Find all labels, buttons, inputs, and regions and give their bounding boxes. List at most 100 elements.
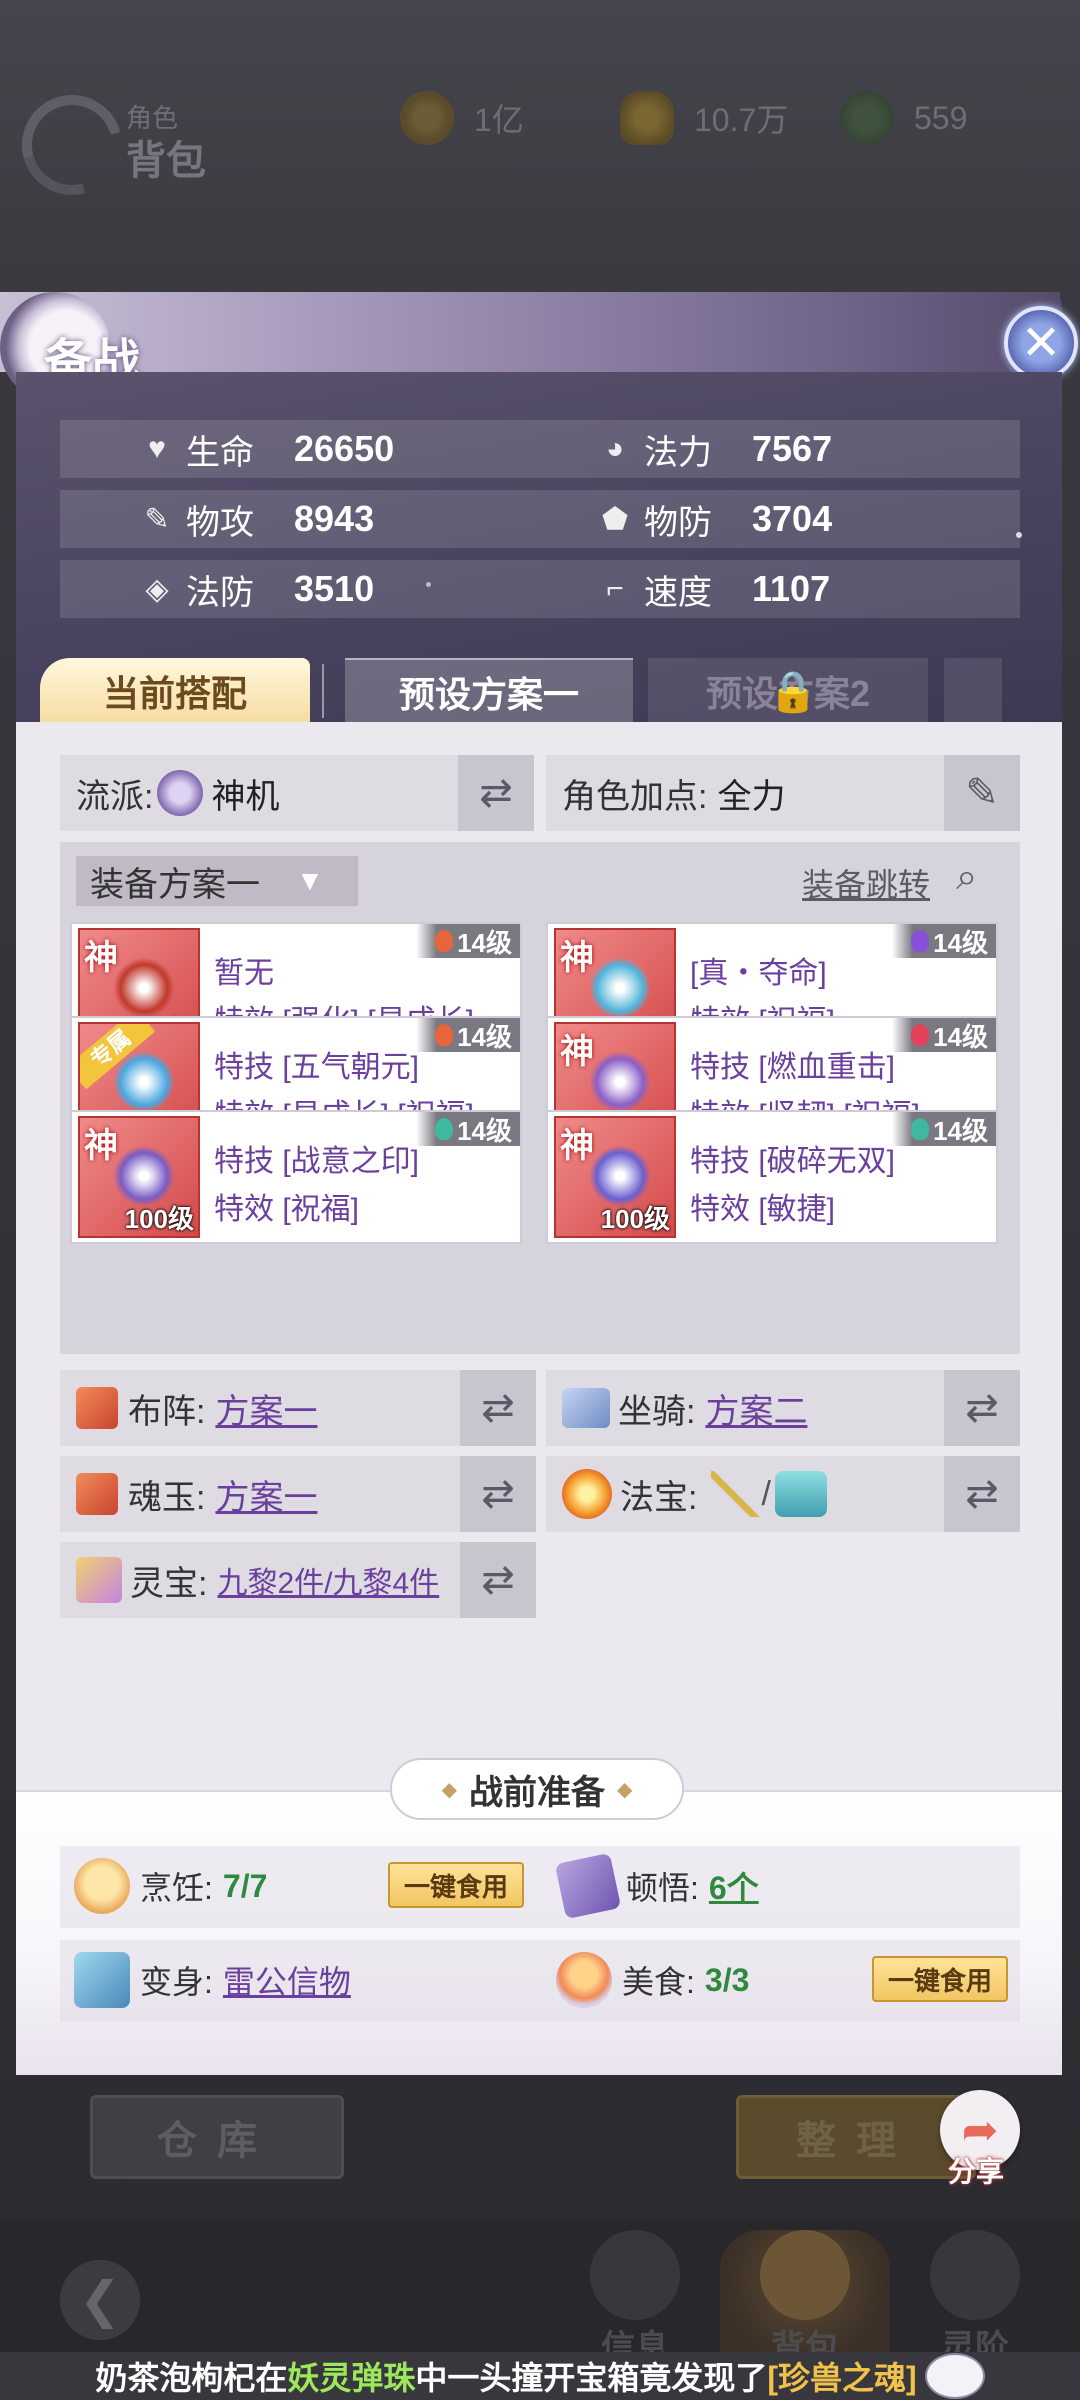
equip-card[interactable]: 神 100级 14级 特技 [战意之印] 特效 [祝福] bbox=[70, 1110, 522, 1244]
equip-block: 装备方案一 ▼ 装备跳转 ⌕ 神100级14级暂无特效 [强化] [易成长]神1… bbox=[60, 842, 1020, 1354]
gem-grade-icon bbox=[911, 1024, 930, 1046]
spirit-treasure-value[interactable]: 九黎2件/九黎4件 bbox=[217, 1558, 439, 1602]
brush-icon: ✎ bbox=[965, 771, 999, 815]
claw-icon: ✎ bbox=[144, 502, 170, 536]
transform-value[interactable]: 雷公信物 bbox=[223, 1957, 351, 2003]
tab-more[interactable] bbox=[944, 658, 1002, 724]
equip-plan-dropdown[interactable]: 装备方案一 ▼ bbox=[76, 856, 358, 906]
cooking-item: 烹饪: 7/7 bbox=[74, 1848, 267, 1924]
formation-value[interactable]: 方案一 bbox=[215, 1384, 317, 1433]
attr-points-value: 全力 bbox=[717, 777, 786, 816]
insight-value[interactable]: 6个 bbox=[709, 1863, 759, 1909]
stat-speed: ⌐ 速度 1107 bbox=[598, 560, 830, 618]
treasure-swap-button[interactable]: ⇄ bbox=[944, 1456, 1020, 1532]
grade-badge: 14级 bbox=[892, 924, 996, 958]
magic-shield-icon: ◈ bbox=[145, 572, 169, 606]
panel-title-bar bbox=[0, 292, 1060, 372]
soul-jade-value[interactable]: 方案一 bbox=[215, 1470, 317, 1519]
copper-coin-icon bbox=[400, 91, 454, 145]
equip-jump-link[interactable]: 装备跳转 bbox=[802, 860, 930, 906]
nav-bag[interactable]: 背包 bbox=[720, 2230, 890, 2367]
broadcast-ticker: 奶茶泡枸杞在 妖灵弹珠 中一头撞开宝箱竟发现了 [珍兽之魂] bbox=[0, 2352, 1080, 2400]
close-button[interactable]: ✕ bbox=[1004, 306, 1078, 380]
prep-area bbox=[16, 1790, 1062, 2075]
nav-info[interactable]: 信息 bbox=[550, 2230, 720, 2367]
stat-value: 3704 bbox=[752, 498, 833, 539]
fire-orb-icon bbox=[562, 1469, 612, 1519]
attr-points-edit-button[interactable]: ✎ bbox=[944, 755, 1020, 831]
swap-icon: ⇄ bbox=[481, 1558, 515, 1602]
treasure-label: 法宝: bbox=[620, 1478, 698, 1517]
ticker-text: 中一头撞开宝箱竟发现了 bbox=[415, 2360, 768, 2396]
equip-gem-icon bbox=[590, 958, 650, 1018]
equip-skill: 特技 [破碎无双] bbox=[690, 1145, 896, 1178]
mount-swap-button[interactable]: ⇄ bbox=[944, 1370, 1020, 1446]
stat-value: 1107 bbox=[752, 568, 831, 609]
divine-tag: 神 bbox=[560, 1033, 594, 1071]
shenji-faction-icon bbox=[157, 770, 204, 816]
food-eat-button[interactable]: 一键食用 bbox=[872, 1956, 1008, 2002]
insight-book-icon bbox=[554, 1852, 622, 1920]
chevron-down-icon: ▼ bbox=[296, 865, 324, 896]
tab-preset-1[interactable]: 预设方案一 bbox=[345, 658, 633, 724]
ticker-event: 妖灵弹珠 bbox=[287, 2360, 416, 2396]
stat-pdef: ⬟ 物防 3704 bbox=[598, 490, 832, 548]
equip-card[interactable]: 神 100级 14级 特技 [破碎无双] 特效 [敏捷] bbox=[546, 1110, 998, 1244]
equip-gem-icon bbox=[590, 1052, 650, 1112]
mount-label: 坐骑: bbox=[618, 1392, 696, 1431]
divine-tag: 神 bbox=[84, 939, 118, 977]
grade-badge: 14级 bbox=[416, 1112, 520, 1146]
treasure-row: 法宝: / ⇄ bbox=[546, 1456, 1020, 1532]
cooking-eat-button[interactable]: 一键食用 bbox=[388, 1862, 524, 1908]
swap-icon: ⇄ bbox=[965, 1386, 999, 1430]
stat-label: 生命 bbox=[186, 433, 254, 472]
swap-icon: ⇄ bbox=[481, 1472, 515, 1516]
stat-value: 8943 bbox=[294, 498, 375, 539]
currency-copper: 1亿 bbox=[400, 90, 524, 146]
close-icon: ✕ bbox=[1020, 317, 1062, 370]
mount-row: 坐骑: 方案二 ⇄ bbox=[546, 1370, 1020, 1446]
currency-value: 1亿 bbox=[474, 102, 524, 138]
faction-swap-button[interactable]: ⇄ bbox=[458, 755, 534, 831]
attr-points-label: 角色加点: bbox=[562, 777, 708, 816]
tab-divider bbox=[322, 664, 324, 718]
tab-current[interactable]: 当前搭配 bbox=[40, 658, 310, 724]
equip-effect: 特效 [敏捷] bbox=[690, 1193, 836, 1226]
store-button[interactable]: 仓库 bbox=[90, 2095, 344, 2179]
equip-skill: 暂无 bbox=[214, 957, 274, 990]
back-button[interactable]: ❮ bbox=[60, 2260, 140, 2340]
insight-item: 顿悟: 6个 bbox=[554, 1848, 759, 1924]
stat-mdef: ◈ 法防 3510 bbox=[140, 560, 374, 618]
diamond-icon: ◆ bbox=[617, 1778, 633, 1801]
flame-icon bbox=[930, 2230, 1020, 2320]
nav-stage[interactable]: 灵阶 bbox=[890, 2230, 1060, 2367]
gem-grade-icon bbox=[435, 1118, 454, 1140]
equip-plan-label: 装备方案一 bbox=[90, 865, 260, 904]
mount-value[interactable]: 方案二 bbox=[705, 1384, 807, 1433]
stat-row-3: ◈ 法防 3510 ⌐ 速度 1107 bbox=[60, 560, 1020, 618]
stat-value: 3510 bbox=[294, 568, 375, 609]
swap-icon: ⇄ bbox=[479, 771, 513, 815]
golden-blades-icon[interactable] bbox=[711, 1471, 762, 1517]
formation-swap-button[interactable]: ⇄ bbox=[460, 1370, 536, 1446]
gem-grade-icon bbox=[435, 930, 454, 952]
equip-skill: 特技 [战意之印] bbox=[214, 1145, 420, 1178]
equip-art: 神 100级 bbox=[78, 1116, 200, 1238]
ticker-item: [珍兽之魂] bbox=[767, 2360, 917, 2396]
heart-icon: ♥ bbox=[148, 432, 166, 465]
search-icon[interactable]: ⌕ bbox=[956, 856, 977, 899]
formation-book-icon bbox=[76, 1387, 118, 1429]
equip-gem-icon bbox=[114, 1146, 174, 1206]
grade-badge: 14级 bbox=[416, 1018, 520, 1052]
currency-jade: 559 bbox=[840, 90, 967, 146]
treasure-separator: / bbox=[761, 1474, 771, 1513]
equip-effect: 特效 [祝福] bbox=[214, 1193, 360, 1226]
stat-value: 7567 bbox=[752, 428, 833, 469]
grade-text: 14级 bbox=[457, 927, 512, 958]
bottom-nav: ❮ 信息 背包 灵阶 bbox=[0, 2220, 1080, 2367]
soul-jade-swap-button[interactable]: ⇄ bbox=[460, 1456, 536, 1532]
spirit-treasure-swap-button[interactable]: ⇄ bbox=[460, 1542, 536, 1618]
spirit-treasure-label: 灵宝: bbox=[130, 1564, 208, 1603]
bronze-cauldron-icon[interactable] bbox=[774, 1471, 827, 1517]
gem-grade-icon bbox=[435, 1024, 454, 1046]
